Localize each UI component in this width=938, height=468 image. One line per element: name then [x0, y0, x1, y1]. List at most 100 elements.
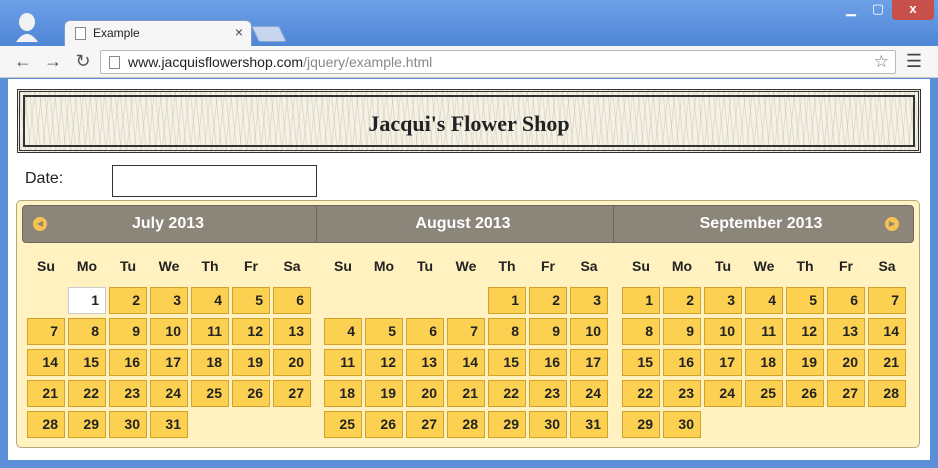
- bookmark-star-icon[interactable]: ☆: [874, 52, 889, 72]
- day-cell[interactable]: 7: [868, 287, 906, 314]
- new-tab-button[interactable]: [251, 26, 287, 42]
- day-cell[interactable]: 7: [27, 318, 65, 345]
- day-cell[interactable]: 9: [529, 318, 567, 345]
- tab-example[interactable]: Example ×: [64, 20, 252, 46]
- day-cell[interactable]: 7: [447, 318, 485, 345]
- day-cell[interactable]: 26: [232, 380, 270, 407]
- day-cell[interactable]: 26: [786, 380, 824, 407]
- day-cell[interactable]: 6: [827, 287, 865, 314]
- day-cell[interactable]: 10: [150, 318, 188, 345]
- day-cell[interactable]: 2: [109, 287, 147, 314]
- day-cell[interactable]: 6: [406, 318, 444, 345]
- day-cell[interactable]: 23: [663, 380, 701, 407]
- day-cell[interactable]: 29: [68, 411, 106, 438]
- day-cell[interactable]: 9: [663, 318, 701, 345]
- day-cell[interactable]: 13: [827, 318, 865, 345]
- day-cell[interactable]: 21: [27, 380, 65, 407]
- day-cell[interactable]: 28: [27, 411, 65, 438]
- close-window-button[interactable]: x: [892, 0, 934, 20]
- day-cell[interactable]: 12: [365, 349, 403, 376]
- day-cell[interactable]: 1: [68, 287, 106, 314]
- day-cell[interactable]: 20: [827, 349, 865, 376]
- day-cell[interactable]: 22: [488, 380, 526, 407]
- day-cell[interactable]: 22: [622, 380, 660, 407]
- day-cell[interactable]: 27: [273, 380, 311, 407]
- forward-arrow-icon[interactable]: →: [42, 50, 64, 72]
- day-cell[interactable]: 8: [68, 318, 106, 345]
- day-cell[interactable]: 10: [570, 318, 608, 345]
- day-cell[interactable]: 1: [488, 287, 526, 314]
- day-cell[interactable]: 28: [868, 380, 906, 407]
- day-cell[interactable]: 21: [447, 380, 485, 407]
- day-cell[interactable]: 18: [191, 349, 229, 376]
- day-cell[interactable]: 5: [786, 287, 824, 314]
- day-cell[interactable]: 24: [570, 380, 608, 407]
- day-cell[interactable]: 18: [324, 380, 362, 407]
- day-cell[interactable]: 10: [704, 318, 742, 345]
- day-cell[interactable]: 30: [109, 411, 147, 438]
- day-cell[interactable]: 5: [365, 318, 403, 345]
- day-cell[interactable]: 14: [447, 349, 485, 376]
- reload-icon[interactable]: ↻: [72, 50, 94, 72]
- tab-close-button[interactable]: ×: [235, 24, 243, 40]
- day-cell[interactable]: 4: [745, 287, 783, 314]
- address-bar[interactable]: www.jacquisflowershop.com/jquery/example…: [100, 50, 896, 74]
- day-cell[interactable]: 12: [232, 318, 270, 345]
- day-cell[interactable]: 23: [529, 380, 567, 407]
- url-text[interactable]: www.jacquisflowershop.com/jquery/example…: [128, 54, 432, 70]
- day-cell[interactable]: 16: [529, 349, 567, 376]
- day-cell[interactable]: 24: [150, 380, 188, 407]
- minimize-button[interactable]: ▁: [838, 0, 864, 20]
- day-cell[interactable]: 8: [622, 318, 660, 345]
- day-cell[interactable]: 22: [68, 380, 106, 407]
- day-cell[interactable]: 3: [570, 287, 608, 314]
- day-cell[interactable]: 2: [663, 287, 701, 314]
- day-cell[interactable]: 30: [529, 411, 567, 438]
- day-cell[interactable]: 27: [827, 380, 865, 407]
- day-cell[interactable]: 20: [273, 349, 311, 376]
- day-cell[interactable]: 26: [365, 411, 403, 438]
- day-cell[interactable]: 24: [704, 380, 742, 407]
- day-cell[interactable]: 14: [868, 318, 906, 345]
- day-cell[interactable]: 21: [868, 349, 906, 376]
- day-cell[interactable]: 11: [745, 318, 783, 345]
- day-cell[interactable]: 4: [324, 318, 362, 345]
- day-cell[interactable]: 15: [622, 349, 660, 376]
- day-cell[interactable]: 17: [704, 349, 742, 376]
- day-cell[interactable]: 31: [570, 411, 608, 438]
- back-arrow-icon[interactable]: ←: [12, 50, 34, 72]
- day-cell[interactable]: 31: [150, 411, 188, 438]
- day-cell[interactable]: 1: [622, 287, 660, 314]
- date-input[interactable]: [112, 165, 317, 197]
- day-cell[interactable]: 13: [406, 349, 444, 376]
- day-cell[interactable]: 27: [406, 411, 444, 438]
- day-cell[interactable]: 14: [27, 349, 65, 376]
- day-cell[interactable]: 18: [745, 349, 783, 376]
- day-cell[interactable]: 13: [273, 318, 311, 345]
- day-cell[interactable]: 19: [365, 380, 403, 407]
- day-cell[interactable]: 23: [109, 380, 147, 407]
- day-cell[interactable]: 11: [324, 349, 362, 376]
- day-cell[interactable]: 6: [273, 287, 311, 314]
- day-cell[interactable]: 15: [68, 349, 106, 376]
- next-month-icon[interactable]: ▶: [885, 217, 899, 231]
- menu-icon[interactable]: ☰: [904, 50, 924, 72]
- day-cell[interactable]: 19: [232, 349, 270, 376]
- day-cell[interactable]: 29: [488, 411, 526, 438]
- day-cell[interactable]: 11: [191, 318, 229, 345]
- day-cell[interactable]: 3: [704, 287, 742, 314]
- day-cell[interactable]: 29: [622, 411, 660, 438]
- day-cell[interactable]: 25: [191, 380, 229, 407]
- user-profile-icon[interactable]: [14, 12, 40, 42]
- day-cell[interactable]: 8: [488, 318, 526, 345]
- day-cell[interactable]: 25: [324, 411, 362, 438]
- day-cell[interactable]: 28: [447, 411, 485, 438]
- day-cell[interactable]: 16: [109, 349, 147, 376]
- day-cell[interactable]: 17: [150, 349, 188, 376]
- day-cell[interactable]: 19: [786, 349, 824, 376]
- prev-month-icon[interactable]: ◀: [33, 217, 47, 231]
- day-cell[interactable]: 4: [191, 287, 229, 314]
- maximize-button[interactable]: ▢: [866, 0, 890, 20]
- day-cell[interactable]: 20: [406, 380, 444, 407]
- day-cell[interactable]: 12: [786, 318, 824, 345]
